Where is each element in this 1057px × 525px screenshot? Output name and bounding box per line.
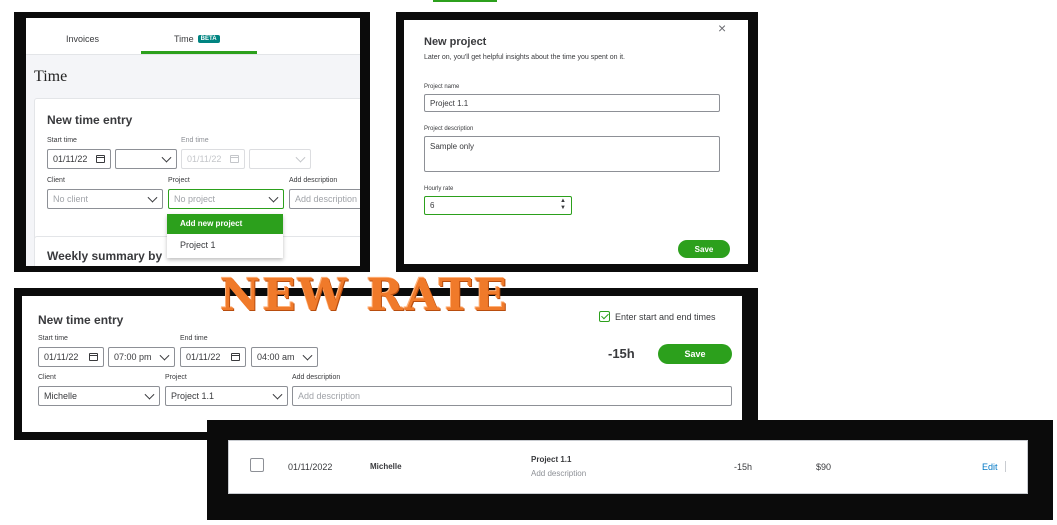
- add-description-placeholder: Add description: [295, 194, 358, 204]
- chevron-down-icon: [295, 152, 306, 163]
- row-description[interactable]: Add description: [531, 469, 586, 478]
- row-client: Michelle: [370, 462, 402, 471]
- check-icon: [601, 311, 609, 320]
- client-placeholder: No client: [53, 194, 89, 204]
- client-select[interactable]: Michelle: [38, 386, 160, 406]
- end-time-label: End time: [181, 137, 209, 144]
- tab-invoices[interactable]: Invoices: [66, 34, 99, 44]
- end-time-value: 04:00 am: [257, 352, 295, 362]
- enter-times-label: Enter start and end times: [615, 312, 716, 322]
- add-description-placeholder: Add description: [298, 391, 361, 401]
- chevron-down-icon: [302, 350, 313, 361]
- row-duration: -15h: [734, 462, 753, 472]
- weekly-summary-title: Weekly summary by: [47, 249, 163, 263]
- row-checkbox[interactable]: [250, 458, 264, 472]
- edit-link[interactable]: Edit: [982, 462, 998, 472]
- enter-times-checkbox[interactable]: [599, 311, 610, 322]
- row-actions-divider: [1005, 461, 1006, 472]
- chevron-down-icon: [147, 192, 158, 203]
- calendar-icon: [89, 353, 98, 361]
- calendar-icon: [231, 353, 240, 361]
- stepper-icon[interactable]: ▲ ▼: [560, 198, 566, 212]
- start-time-value: 07:00 pm: [114, 352, 152, 362]
- start-time-label: Start time: [47, 137, 77, 144]
- start-time-label: Start time: [38, 335, 68, 342]
- save-button[interactable]: Save: [678, 240, 730, 258]
- chevron-down-icon: [272, 389, 283, 400]
- tab-time-label: Time: [174, 34, 194, 44]
- project-placeholder: No project: [174, 194, 216, 204]
- project-name-value: Project 1.1: [430, 98, 469, 108]
- start-date-value: 01/11/22: [53, 154, 88, 164]
- row-amount: $90: [816, 462, 832, 472]
- close-icon[interactable]: ×: [718, 20, 726, 36]
- chevron-down-icon: [268, 192, 279, 203]
- project-label: Project: [168, 177, 190, 184]
- add-description-input[interactable]: Add description: [292, 386, 732, 406]
- card-title: New time entry: [47, 113, 133, 127]
- project-label: Project: [165, 374, 187, 381]
- new-rate-overlay: NEW RATE: [220, 270, 510, 321]
- chevron-down-icon: [144, 389, 155, 400]
- end-date-input[interactable]: 01/11/22: [181, 149, 245, 169]
- panel-new-project: × New project Later on, you'll get helpf…: [404, 20, 748, 264]
- beta-badge: BETA: [197, 35, 220, 43]
- panel-entry-row: 01/11/2022 Michelle Project 1.1 Add desc…: [228, 440, 1028, 494]
- tab-bar: Invoices Time BETA: [26, 18, 360, 55]
- top-edge-fragment: [433, 0, 497, 2]
- project-select[interactable]: Project 1.1: [165, 386, 288, 406]
- entry-title: New time entry: [38, 313, 124, 327]
- end-time-select[interactable]: 04:00 am: [251, 347, 318, 367]
- project-dropdown-menu: Add new project Project 1: [167, 214, 283, 258]
- project-option[interactable]: Project 1: [180, 240, 216, 250]
- tab-time[interactable]: Time BETA: [174, 34, 220, 44]
- start-date-input[interactable]: 01/11/22: [47, 149, 111, 169]
- panel-time-entry: Invoices Time BETA Time New time entry S…: [26, 18, 360, 266]
- chevron-down-icon: [159, 350, 170, 361]
- start-date-input[interactable]: 01/11/22: [38, 347, 104, 367]
- project-select[interactable]: No project: [168, 189, 284, 209]
- add-description-label: Add description: [289, 177, 338, 184]
- end-time-select[interactable]: [249, 149, 311, 169]
- add-description-label: Add description: [292, 374, 341, 381]
- client-label: Client: [38, 374, 56, 381]
- project-name-input[interactable]: Project 1.1: [424, 94, 720, 112]
- dialog-subtitle: Later on, you'll get helpful insights ab…: [424, 54, 625, 61]
- project-description-value: Sample only: [430, 142, 475, 151]
- duration-total: -15h: [608, 346, 635, 361]
- end-time-label: End time: [180, 335, 208, 342]
- calendar-icon: [96, 155, 105, 163]
- dialog-title: New project: [424, 36, 487, 48]
- client-value: Michelle: [44, 391, 78, 401]
- project-name-label: Project name: [424, 84, 460, 90]
- page-title: Time: [34, 68, 68, 85]
- add-new-project-option[interactable]: Add new project: [167, 214, 283, 234]
- row-project: Project 1.1: [531, 455, 572, 464]
- save-button[interactable]: Save: [658, 344, 732, 364]
- chevron-down-icon: [161, 152, 172, 163]
- start-time-select[interactable]: [115, 149, 177, 169]
- add-description-input[interactable]: Add description: [289, 189, 360, 209]
- row-date: 01/11/2022: [288, 462, 333, 472]
- end-date-value: 01/11/22: [187, 154, 222, 164]
- calendar-icon: [230, 155, 239, 163]
- client-label: Client: [47, 177, 65, 184]
- hourly-rate-label: Hourly rate: [424, 186, 454, 192]
- end-date-input[interactable]: 01/11/22: [180, 347, 246, 367]
- project-value: Project 1.1: [171, 391, 215, 401]
- tab-time-underline: [141, 51, 257, 54]
- end-date-value: 01/11/22: [186, 352, 221, 362]
- hourly-rate-value: 6: [430, 201, 435, 210]
- project-description-label: Project description: [424, 126, 474, 132]
- start-time-select[interactable]: 07:00 pm: [108, 347, 175, 367]
- hourly-rate-input[interactable]: 6 ▲ ▼: [424, 196, 572, 215]
- client-select[interactable]: No client: [47, 189, 163, 209]
- project-description-input[interactable]: Sample only: [424, 136, 720, 172]
- start-date-value: 01/11/22: [44, 352, 79, 362]
